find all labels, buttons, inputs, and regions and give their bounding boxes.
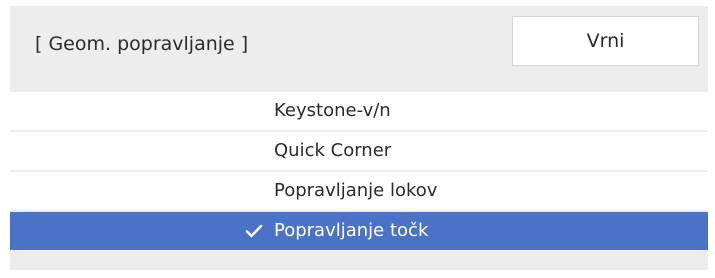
geometry-correction-panel: [ Geom. popravljanje ] Vrni Keystone-v/n… [10, 6, 708, 270]
checkmark-icon [244, 212, 264, 250]
menu-item-quick-corner[interactable]: Quick Corner [10, 132, 708, 170]
menu-item-label: Popravljanje točk [274, 220, 429, 241]
back-button[interactable]: Vrni [512, 16, 699, 66]
correction-menu: Keystone-v/n Quick Corner Popravljanje l… [10, 92, 708, 252]
menu-item-label: Quick Corner [274, 140, 392, 161]
panel-title: [ Geom. popravljanje ] [35, 33, 249, 55]
menu-item-point-correction[interactable]: Popravljanje točk [10, 212, 708, 250]
panel-header: [ Geom. popravljanje ] Vrni [10, 6, 708, 82]
menu-item-label: Popravljanje lokov [274, 180, 438, 201]
menu-item-label: Keystone-v/n [274, 100, 391, 121]
menu-item-arc-correction[interactable]: Popravljanje lokov [10, 172, 708, 210]
menu-item-keystone[interactable]: Keystone-v/n [10, 92, 708, 130]
